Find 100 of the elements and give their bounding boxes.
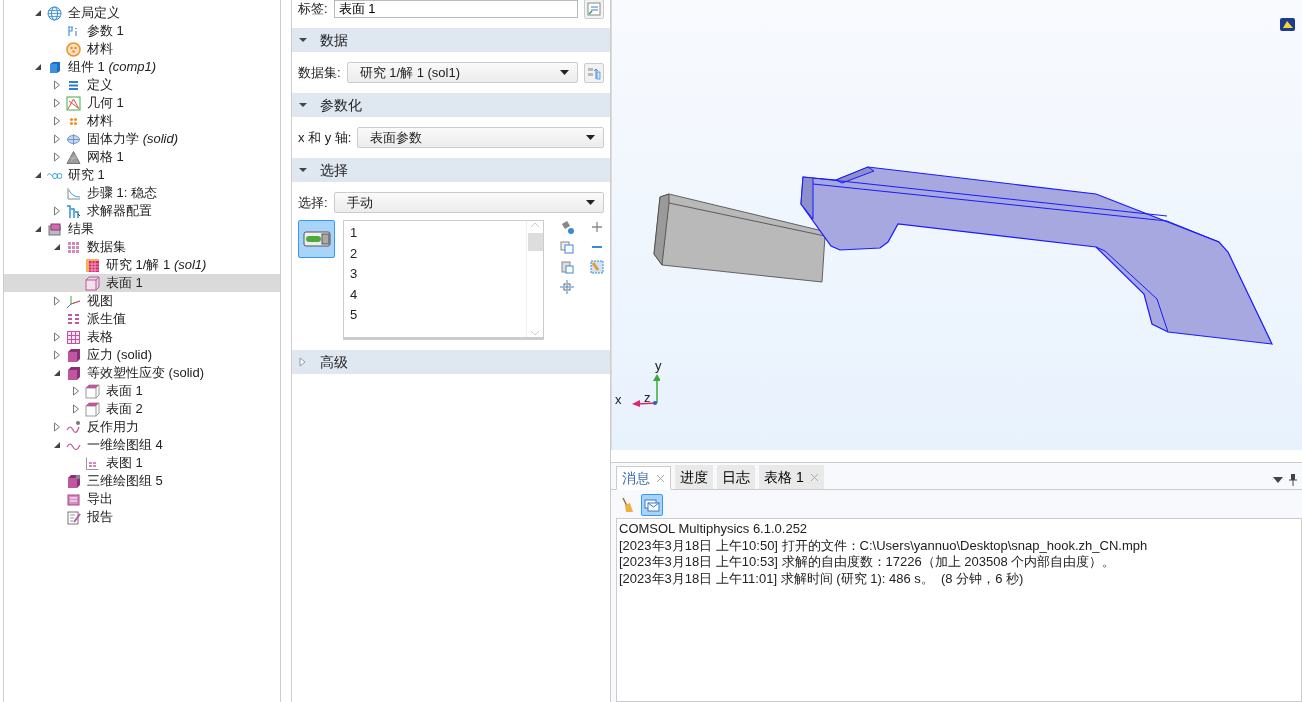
tree-item[interactable]: 表图 1 bbox=[4, 454, 280, 472]
list-item[interactable]: 5 bbox=[350, 305, 520, 326]
dataset-icon bbox=[66, 239, 81, 255]
tree-item[interactable]: 表面 1 bbox=[4, 382, 280, 400]
solution-icon bbox=[85, 257, 100, 273]
derived-values-icon bbox=[66, 311, 81, 327]
list-item[interactable]: 3 bbox=[350, 264, 520, 285]
tree-item[interactable]: 组件 1 (comp1) bbox=[4, 58, 280, 76]
results-icon bbox=[47, 221, 62, 237]
field-label: x 和 y 轴: bbox=[298, 128, 352, 147]
collapsed-arrow-icon[interactable] bbox=[51, 295, 63, 307]
mesh-icon bbox=[66, 149, 81, 165]
log-line: [2023年3月18日 上午10:50] 打开的文件：C:\Users\yannuo\Desktop\snap_hook.zh_CN.mph bbox=[619, 537, 1149, 554]
collapsed-arrow-icon[interactable] bbox=[70, 403, 82, 415]
tab[interactable]: 进度 bbox=[675, 465, 713, 489]
globe-icon bbox=[47, 5, 62, 21]
tree-item[interactable]: 一维绘图组 4 bbox=[4, 436, 280, 454]
surface-icon bbox=[85, 383, 100, 399]
log-line: [2023年3月18日 上午10:53] 求解的自由度数：17226（加上 203508 个内部自由度）。 bbox=[619, 554, 1117, 571]
cube-icon bbox=[47, 59, 62, 75]
collapsed-arrow-icon[interactable] bbox=[51, 79, 63, 91]
toggle-switch-icon bbox=[302, 231, 331, 247]
selection-list[interactable]: 1 2 3 4 5 bbox=[343, 220, 544, 340]
plus-icon[interactable] bbox=[590, 220, 604, 234]
tree-item[interactable]: 材料 bbox=[4, 112, 280, 130]
tree-item[interactable]: 材料 bbox=[4, 40, 280, 58]
tree-item[interactable]: 报告 bbox=[4, 508, 280, 526]
tree-item[interactable]: 步骤 1: 稳态 bbox=[4, 184, 280, 202]
collapsed-arrow-icon[interactable] bbox=[51, 151, 63, 163]
tree-item[interactable]: 表格 bbox=[4, 328, 280, 346]
tab[interactable]: 表格 1 bbox=[759, 465, 824, 489]
axis-label: x bbox=[615, 393, 622, 407]
tree-item[interactable]: 等效塑性应变 (solid) bbox=[4, 364, 280, 382]
table-plot-icon bbox=[85, 455, 100, 471]
pin-icon[interactable] bbox=[1289, 473, 1297, 486]
collapsed-arrow-icon[interactable] bbox=[51, 421, 63, 433]
section-header[interactable]: 参数化 bbox=[292, 93, 610, 117]
tree-item[interactable]: 全局定义 bbox=[4, 4, 280, 22]
collapsed-arrow-icon[interactable] bbox=[51, 349, 63, 361]
collapsed-arrow-icon[interactable] bbox=[51, 331, 63, 343]
tree-item[interactable]: 应力 (solid) bbox=[4, 346, 280, 364]
tree-item[interactable]: 导出 bbox=[4, 490, 280, 508]
collapsed-arrow-icon[interactable] bbox=[51, 115, 63, 127]
section-header[interactable]: 数据 bbox=[292, 28, 610, 52]
tree-item[interactable]: 网格 1 bbox=[4, 148, 280, 166]
tree-item[interactable]: 数据集 bbox=[4, 238, 280, 256]
list-item[interactable]: 2 bbox=[350, 243, 520, 265]
list-item[interactable]: 1 bbox=[350, 223, 520, 244]
label-icon bbox=[587, 2, 601, 16]
tree-item[interactable]: 定义 bbox=[4, 76, 280, 94]
messages-button[interactable] bbox=[641, 494, 664, 516]
solver-icon bbox=[66, 203, 81, 219]
tree-item[interactable]: 研究 1 bbox=[4, 166, 280, 184]
dropdown-arrow-icon[interactable] bbox=[1272, 475, 1283, 484]
material-icon bbox=[66, 41, 81, 57]
tab[interactable]: 消息 bbox=[616, 466, 671, 490]
dropdown[interactable]: 研究 1/解 1 (sol1) bbox=[346, 62, 578, 83]
log-line: COMSOL Multiphysics 6.1.0.252 bbox=[619, 521, 809, 538]
clear-selection-icon[interactable] bbox=[590, 260, 604, 274]
table-icon bbox=[66, 329, 81, 345]
tree-item[interactable]: 反作用力 bbox=[4, 418, 280, 436]
collapsed-arrow-icon[interactable] bbox=[51, 205, 63, 217]
step-icon bbox=[66, 185, 81, 201]
label-field[interactable]: 表面 1 bbox=[333, 0, 578, 18]
tree-item[interactable]: 三维绘图组 5 bbox=[4, 472, 280, 490]
tree-item[interactable]: 视图 bbox=[4, 292, 280, 310]
tree-item[interactable]: 表面 2 bbox=[4, 400, 280, 418]
dataset-icon bbox=[587, 65, 601, 80]
selection-toggle-button[interactable] bbox=[298, 220, 336, 258]
dataset-button[interactable] bbox=[584, 62, 604, 83]
tree-item[interactable]: 固体力学 (solid) bbox=[4, 130, 280, 148]
log-line: [2023年3月18日 上午11:01] 求解时间 (研究 1): 486 s。 (8 分钟，6 秒) bbox=[619, 570, 1025, 587]
tree-item[interactable]: 几何 1 bbox=[4, 94, 280, 112]
dropdown-arrow-icon bbox=[586, 199, 595, 206]
tree-item[interactable]: 研究 1/解 1 (sol1) bbox=[4, 256, 280, 274]
cube-icon bbox=[66, 365, 81, 381]
expanded-arrow-icon bbox=[298, 35, 308, 45]
tab[interactable]: 日志 bbox=[717, 465, 755, 489]
collapsed-arrow-icon[interactable] bbox=[70, 385, 82, 397]
tree-item[interactable]: 派生值 bbox=[4, 310, 280, 328]
copy-icon[interactable] bbox=[560, 240, 574, 254]
collapsed-arrow-icon[interactable] bbox=[51, 97, 63, 109]
section-header[interactable]: 高级 bbox=[292, 350, 610, 374]
tree-item[interactable]: 求解器配置 bbox=[4, 202, 280, 220]
tree-item[interactable]: 参数 1 bbox=[4, 22, 280, 40]
surface-icon bbox=[85, 275, 100, 291]
paste-icon[interactable] bbox=[560, 260, 574, 274]
tree-item[interactable]: 结果 bbox=[4, 220, 280, 238]
report-icon bbox=[66, 509, 81, 525]
zoom-to-selection-icon[interactable] bbox=[560, 280, 574, 294]
close-icon[interactable] bbox=[656, 473, 665, 483]
axis-label: z bbox=[644, 391, 651, 405]
collapsed-arrow-icon[interactable] bbox=[51, 133, 63, 145]
list-item[interactable]: 4 bbox=[350, 284, 520, 306]
expanded-arrow-icon bbox=[298, 165, 308, 175]
tree-item[interactable]: 表面 1 bbox=[4, 274, 280, 292]
scrollbar-thumb[interactable] bbox=[527, 233, 543, 251]
dropdown[interactable]: 表面参数 bbox=[357, 127, 604, 148]
section-header[interactable]: 选择 bbox=[292, 158, 610, 182]
dropdown[interactable]: 手动 bbox=[333, 192, 604, 213]
